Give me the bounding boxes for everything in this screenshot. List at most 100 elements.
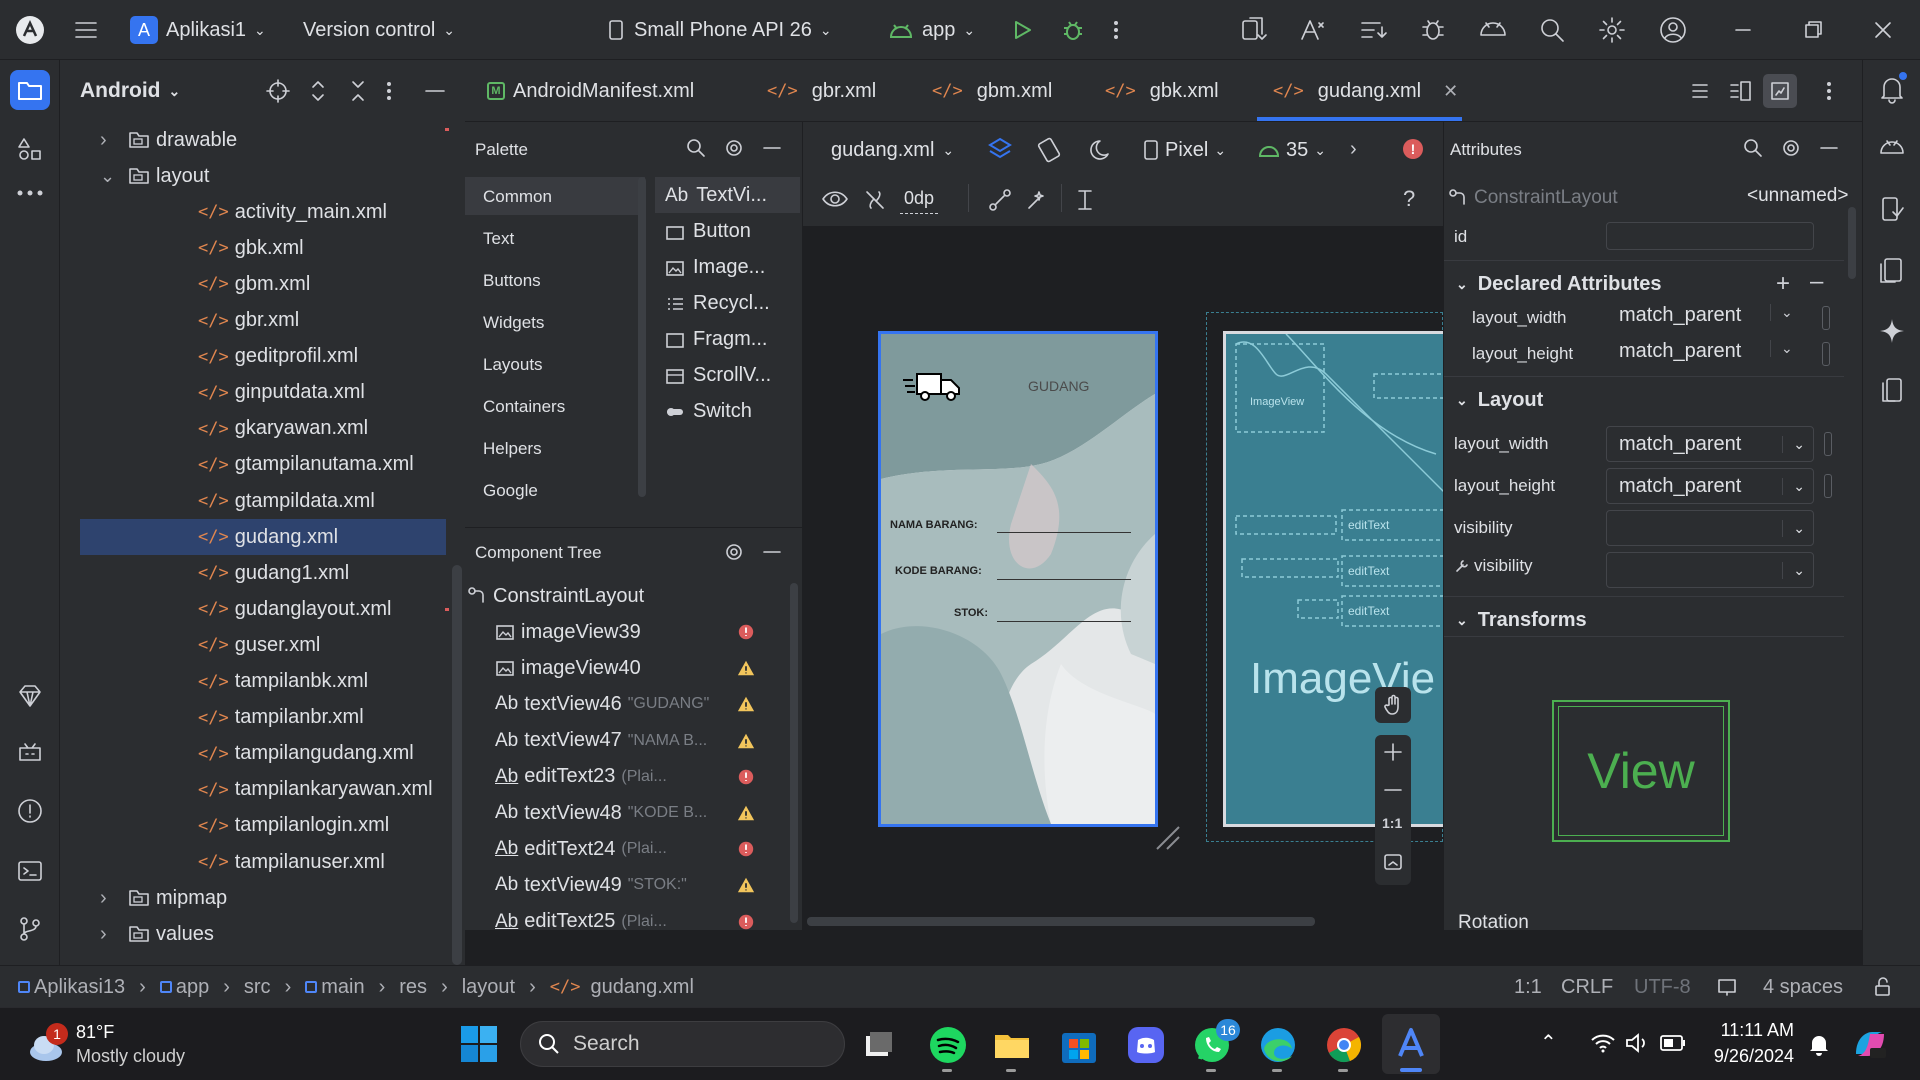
tree-item-tampilanlogin[interactable]: </> tampilanlogin.xml bbox=[60, 808, 389, 844]
windows-start-icon[interactable] bbox=[460, 1025, 498, 1063]
error-icon[interactable] bbox=[737, 913, 755, 931]
palette-category-widgets[interactable]: Widgets bbox=[483, 313, 544, 333]
palette-item-switch[interactable]: Switch bbox=[665, 400, 752, 423]
clear-constraints-icon[interactable] bbox=[988, 188, 1012, 212]
tree-item-tampilanbr[interactable]: </> tampilanbr.xml bbox=[60, 700, 364, 736]
palette-category-helpers[interactable]: Helpers bbox=[483, 439, 542, 459]
design-surface-icon[interactable] bbox=[986, 136, 1014, 164]
close-tab-icon[interactable]: ✕ bbox=[1443, 81, 1458, 102]
chevron-right-icon[interactable]: › bbox=[100, 887, 107, 910]
tree-item-drawable[interactable]: › drawable bbox=[60, 122, 237, 158]
component-edittext24[interactable]: Ab editText24 (Plai... bbox=[495, 831, 755, 867]
tree-item-tampilankaryawan[interactable]: </> tampilankaryawan.xml bbox=[60, 772, 433, 808]
palette-category-buttons[interactable]: Buttons bbox=[483, 271, 541, 291]
tree-item-guser[interactable]: </> guser.xml bbox=[60, 627, 320, 663]
android-studio-logo[interactable] bbox=[14, 0, 46, 60]
chrome-icon[interactable] bbox=[1324, 1025, 1364, 1072]
tree-item-gbm[interactable]: </> gbm.xml bbox=[60, 266, 310, 302]
gemini-icon[interactable] bbox=[1877, 133, 1907, 163]
transforms-section-header[interactable]: ⌄ Transforms bbox=[1456, 602, 1587, 638]
design-canvas[interactable]: GUDANG NAMA BARANG: KODE BARANG: STOK: I… bbox=[803, 227, 1443, 930]
clock-date[interactable]: 9/26/2024 bbox=[1704, 1046, 1794, 1067]
breadcrumb-item[interactable]: layout bbox=[462, 976, 515, 999]
chevron-down-icon[interactable]: ⌄ bbox=[1770, 304, 1793, 321]
task-view-icon[interactable] bbox=[862, 1028, 896, 1062]
tree-item-gkaryawan[interactable]: </> gkaryawan.xml bbox=[60, 411, 368, 447]
breadcrumb-item[interactable]: app bbox=[159, 976, 209, 999]
tree-item-activity-main[interactable]: </> activity_main.xml bbox=[60, 194, 387, 230]
lock-icon[interactable] bbox=[1872, 976, 1894, 998]
warning-icon[interactable] bbox=[737, 659, 755, 677]
profiler-icon[interactable] bbox=[1418, 0, 1448, 60]
palette-item-image[interactable]: Image... bbox=[665, 256, 765, 279]
chevron-right-icon[interactable]: › bbox=[100, 923, 107, 946]
tab-androidmanifest[interactable]: M AndroidManifest.xml bbox=[487, 60, 694, 122]
notification-bell-icon[interactable] bbox=[1808, 1032, 1830, 1056]
breadcrumb-item[interactable]: Aplikasi13 bbox=[18, 976, 125, 999]
gear-icon[interactable] bbox=[1780, 137, 1802, 159]
edge-icon[interactable] bbox=[1258, 1025, 1298, 1072]
options-icon[interactable] bbox=[385, 78, 393, 104]
component-edittext23[interactable]: Ab editText23 (Plai... bbox=[495, 759, 755, 795]
zoom-fit-icon[interactable] bbox=[1382, 851, 1404, 873]
microsoft-store-icon[interactable] bbox=[1060, 1025, 1098, 1065]
search-icon[interactable] bbox=[1742, 137, 1764, 159]
minimize-button[interactable] bbox=[1732, 0, 1754, 60]
attr-resource-picker[interactable] bbox=[1822, 306, 1830, 330]
declared-value[interactable]: match_parent bbox=[1619, 340, 1741, 363]
error-icon[interactable] bbox=[737, 840, 755, 858]
resize-handle-icon[interactable] bbox=[1153, 823, 1183, 853]
tree-item-gudang1[interactable]: </> gudang1.xml bbox=[60, 555, 349, 591]
tree-item-ginputdata[interactable]: </> ginputdata.xml bbox=[60, 375, 365, 411]
tree-item-gudang[interactable]: </> gudang.xml bbox=[80, 519, 446, 556]
hide-panel-icon[interactable] bbox=[422, 78, 448, 104]
code-view-icon[interactable] bbox=[1687, 78, 1713, 104]
layout-preview[interactable]: GUDANG NAMA BARANG: KODE BARANG: STOK: bbox=[878, 331, 1158, 827]
attr-resource-picker[interactable] bbox=[1822, 342, 1830, 366]
tree-item-geditprofil[interactable]: </> geditprofil.xml bbox=[60, 339, 358, 375]
discord-icon[interactable] bbox=[1126, 1025, 1166, 1065]
tree-item-tampilanbk[interactable]: </> tampilanbk.xml bbox=[60, 664, 368, 700]
more-actions-icon[interactable] bbox=[1112, 0, 1120, 60]
terminal-icon[interactable] bbox=[16, 857, 44, 885]
tree-item-layout[interactable]: ⌄ layout bbox=[60, 158, 209, 194]
more-tools-icon[interactable] bbox=[16, 188, 44, 198]
attr-resource-picker[interactable] bbox=[1824, 474, 1832, 498]
file-encoding[interactable]: UTF-8 bbox=[1634, 976, 1691, 999]
tab-gbr[interactable]: </> gbr.xml bbox=[767, 60, 876, 122]
weather-widget-icon[interactable]: 1 bbox=[24, 1020, 72, 1068]
weather-desc[interactable]: Mostly cloudy bbox=[76, 1046, 185, 1067]
tab-gbk[interactable]: </> gbk.xml bbox=[1105, 60, 1219, 122]
chevron-right-icon[interactable]: › bbox=[100, 129, 107, 152]
api-level-selector[interactable]: 35 ⌄ bbox=[1258, 132, 1326, 168]
whatsapp-icon[interactable]: 16 bbox=[1192, 1019, 1240, 1072]
gear-icon[interactable] bbox=[723, 137, 745, 159]
tree-item-gbk[interactable]: </> gbk.xml bbox=[60, 230, 304, 266]
palette-category-text[interactable]: Text bbox=[483, 229, 514, 249]
scrollbar[interactable] bbox=[790, 583, 798, 923]
tree-item-mipmap[interactable]: › mipmap bbox=[60, 880, 227, 916]
warning-icon[interactable] bbox=[737, 732, 755, 750]
breadcrumb-item[interactable]: res bbox=[399, 976, 427, 999]
palette-item-fragm[interactable]: Fragm... bbox=[665, 328, 767, 351]
gear-icon[interactable] bbox=[723, 541, 745, 563]
layout-width-field[interactable]: match_parent ⌄ bbox=[1606, 426, 1814, 462]
layout-height-field[interactable]: match_parent ⌄ bbox=[1606, 468, 1814, 504]
component-textview47[interactable]: Ab textView47 "NAMA B... bbox=[495, 723, 755, 759]
design-view-icon[interactable] bbox=[1763, 74, 1797, 108]
project-view-selector[interactable]: Android ⌄ bbox=[80, 60, 180, 122]
hide-panel-icon[interactable] bbox=[1818, 137, 1840, 159]
component-edittext25[interactable]: Ab editText25 (Plai... bbox=[495, 904, 755, 940]
copilot-icon[interactable] bbox=[1852, 1028, 1888, 1060]
battery-icon[interactable] bbox=[1660, 1034, 1686, 1052]
tab-gbm[interactable]: </> gbm.xml bbox=[932, 60, 1052, 122]
zoom-out-icon[interactable] bbox=[1382, 779, 1404, 801]
weather-temp[interactable]: 81°F bbox=[76, 1022, 114, 1043]
warning-icon[interactable] bbox=[737, 804, 755, 822]
run-config-selector[interactable]: app ⌄ bbox=[888, 0, 975, 60]
breadcrumb-item[interactable]: src bbox=[244, 976, 271, 999]
view-options-eye-icon[interactable] bbox=[821, 188, 849, 210]
project-switcher[interactable]: A Aplikasi1 ⌄ bbox=[130, 0, 266, 60]
account-icon[interactable] bbox=[1658, 0, 1688, 60]
run-icon[interactable] bbox=[1010, 0, 1034, 60]
